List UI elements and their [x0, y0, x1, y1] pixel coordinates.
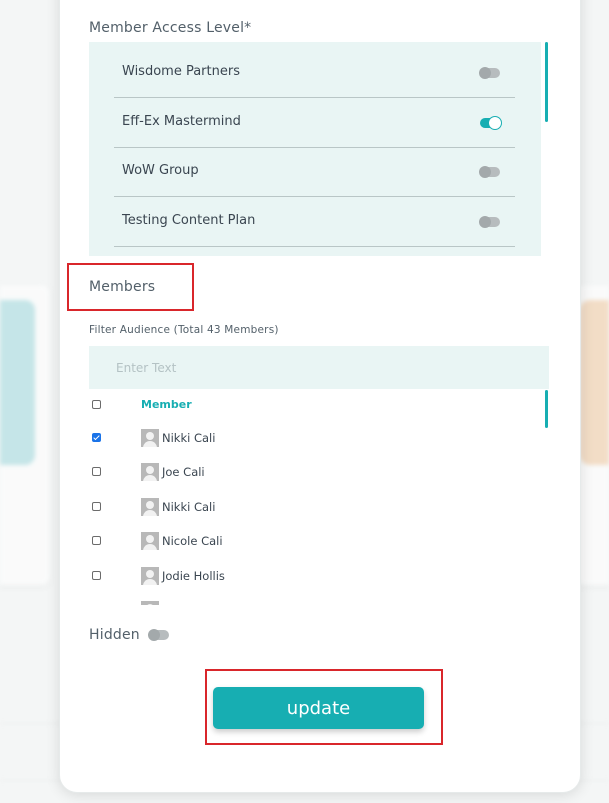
avatar: [141, 567, 159, 585]
access-item-label: Wisdome Partners: [122, 64, 240, 79]
table-row[interactable]: Nicole Cali: [89, 532, 529, 566]
filter-audience-label: Filter Audience (Total 43 Members): [89, 324, 279, 336]
hidden-label: Hidden: [89, 627, 140, 643]
access-level-list[interactable]: Wisdome Partners Eff-Ex Mastermind WoW G…: [89, 42, 541, 256]
access-item-wisdome-partners[interactable]: Wisdome Partners: [114, 48, 515, 98]
access-item-label: Eff-Ex Mastermind: [122, 114, 241, 129]
toggle-knob: [479, 67, 491, 79]
member-checkbox[interactable]: [92, 571, 101, 580]
select-all-checkbox[interactable]: [92, 400, 101, 409]
member-column-header[interactable]: Member: [141, 398, 192, 411]
members-section-title: Members: [89, 279, 156, 295]
access-toggle[interactable]: [479, 67, 500, 79]
access-list-scrollbar[interactable]: [545, 42, 548, 122]
toggle-knob: [489, 117, 501, 129]
access-toggle[interactable]: [479, 166, 500, 178]
table-row[interactable]: Joe Cali: [89, 463, 529, 497]
member-checkbox[interactable]: [92, 467, 101, 476]
background-image-right: [580, 300, 609, 465]
access-toggle[interactable]: [479, 216, 500, 228]
access-item-wow-group[interactable]: WoW Group: [114, 147, 515, 197]
member-checkbox[interactable]: [92, 433, 101, 442]
toggle-knob: [148, 629, 160, 641]
access-item-label: WoW Group: [122, 163, 199, 178]
avatar: [141, 532, 159, 550]
member-name: Jodie Hollis: [162, 569, 225, 583]
member-checkbox[interactable]: [92, 536, 101, 545]
member-name: Nikki Cali: [162, 500, 216, 514]
members-table: Member Nikki Cali Joe Cali Nikki Cali Ni…: [89, 389, 549, 605]
hidden-toggle[interactable]: [148, 629, 169, 641]
access-item-eff-ex-mastermind[interactable]: Eff-Ex Mastermind: [114, 98, 515, 148]
avatar: [141, 601, 159, 605]
access-level-label: Member Access Level*: [89, 20, 252, 36]
table-row[interactable]: Nikki Cali: [89, 498, 529, 532]
avatar: [141, 498, 159, 516]
filter-audience-input[interactable]: [89, 346, 549, 389]
avatar: [141, 463, 159, 481]
member-name: Nikki Cali: [162, 431, 216, 445]
toggle-knob: [479, 216, 491, 228]
avatar: [141, 429, 159, 447]
access-item-label: Testing Content Plan: [122, 213, 256, 228]
members-list-scrollbar[interactable]: [545, 390, 548, 428]
member-name: Joe Cali: [162, 465, 205, 479]
member-checkbox[interactable]: [92, 502, 101, 511]
access-toggle[interactable]: [480, 117, 501, 129]
access-item-testing-content-plan[interactable]: Testing Content Plan: [114, 197, 515, 247]
table-row[interactable]: Jodie Hollis: [89, 567, 529, 601]
update-button[interactable]: update: [213, 687, 424, 729]
table-row[interactable]: Nikki Cali: [89, 429, 529, 463]
background-image-left: [0, 300, 35, 465]
member-name: Nicole Cali: [162, 534, 223, 548]
toggle-knob: [479, 166, 491, 178]
